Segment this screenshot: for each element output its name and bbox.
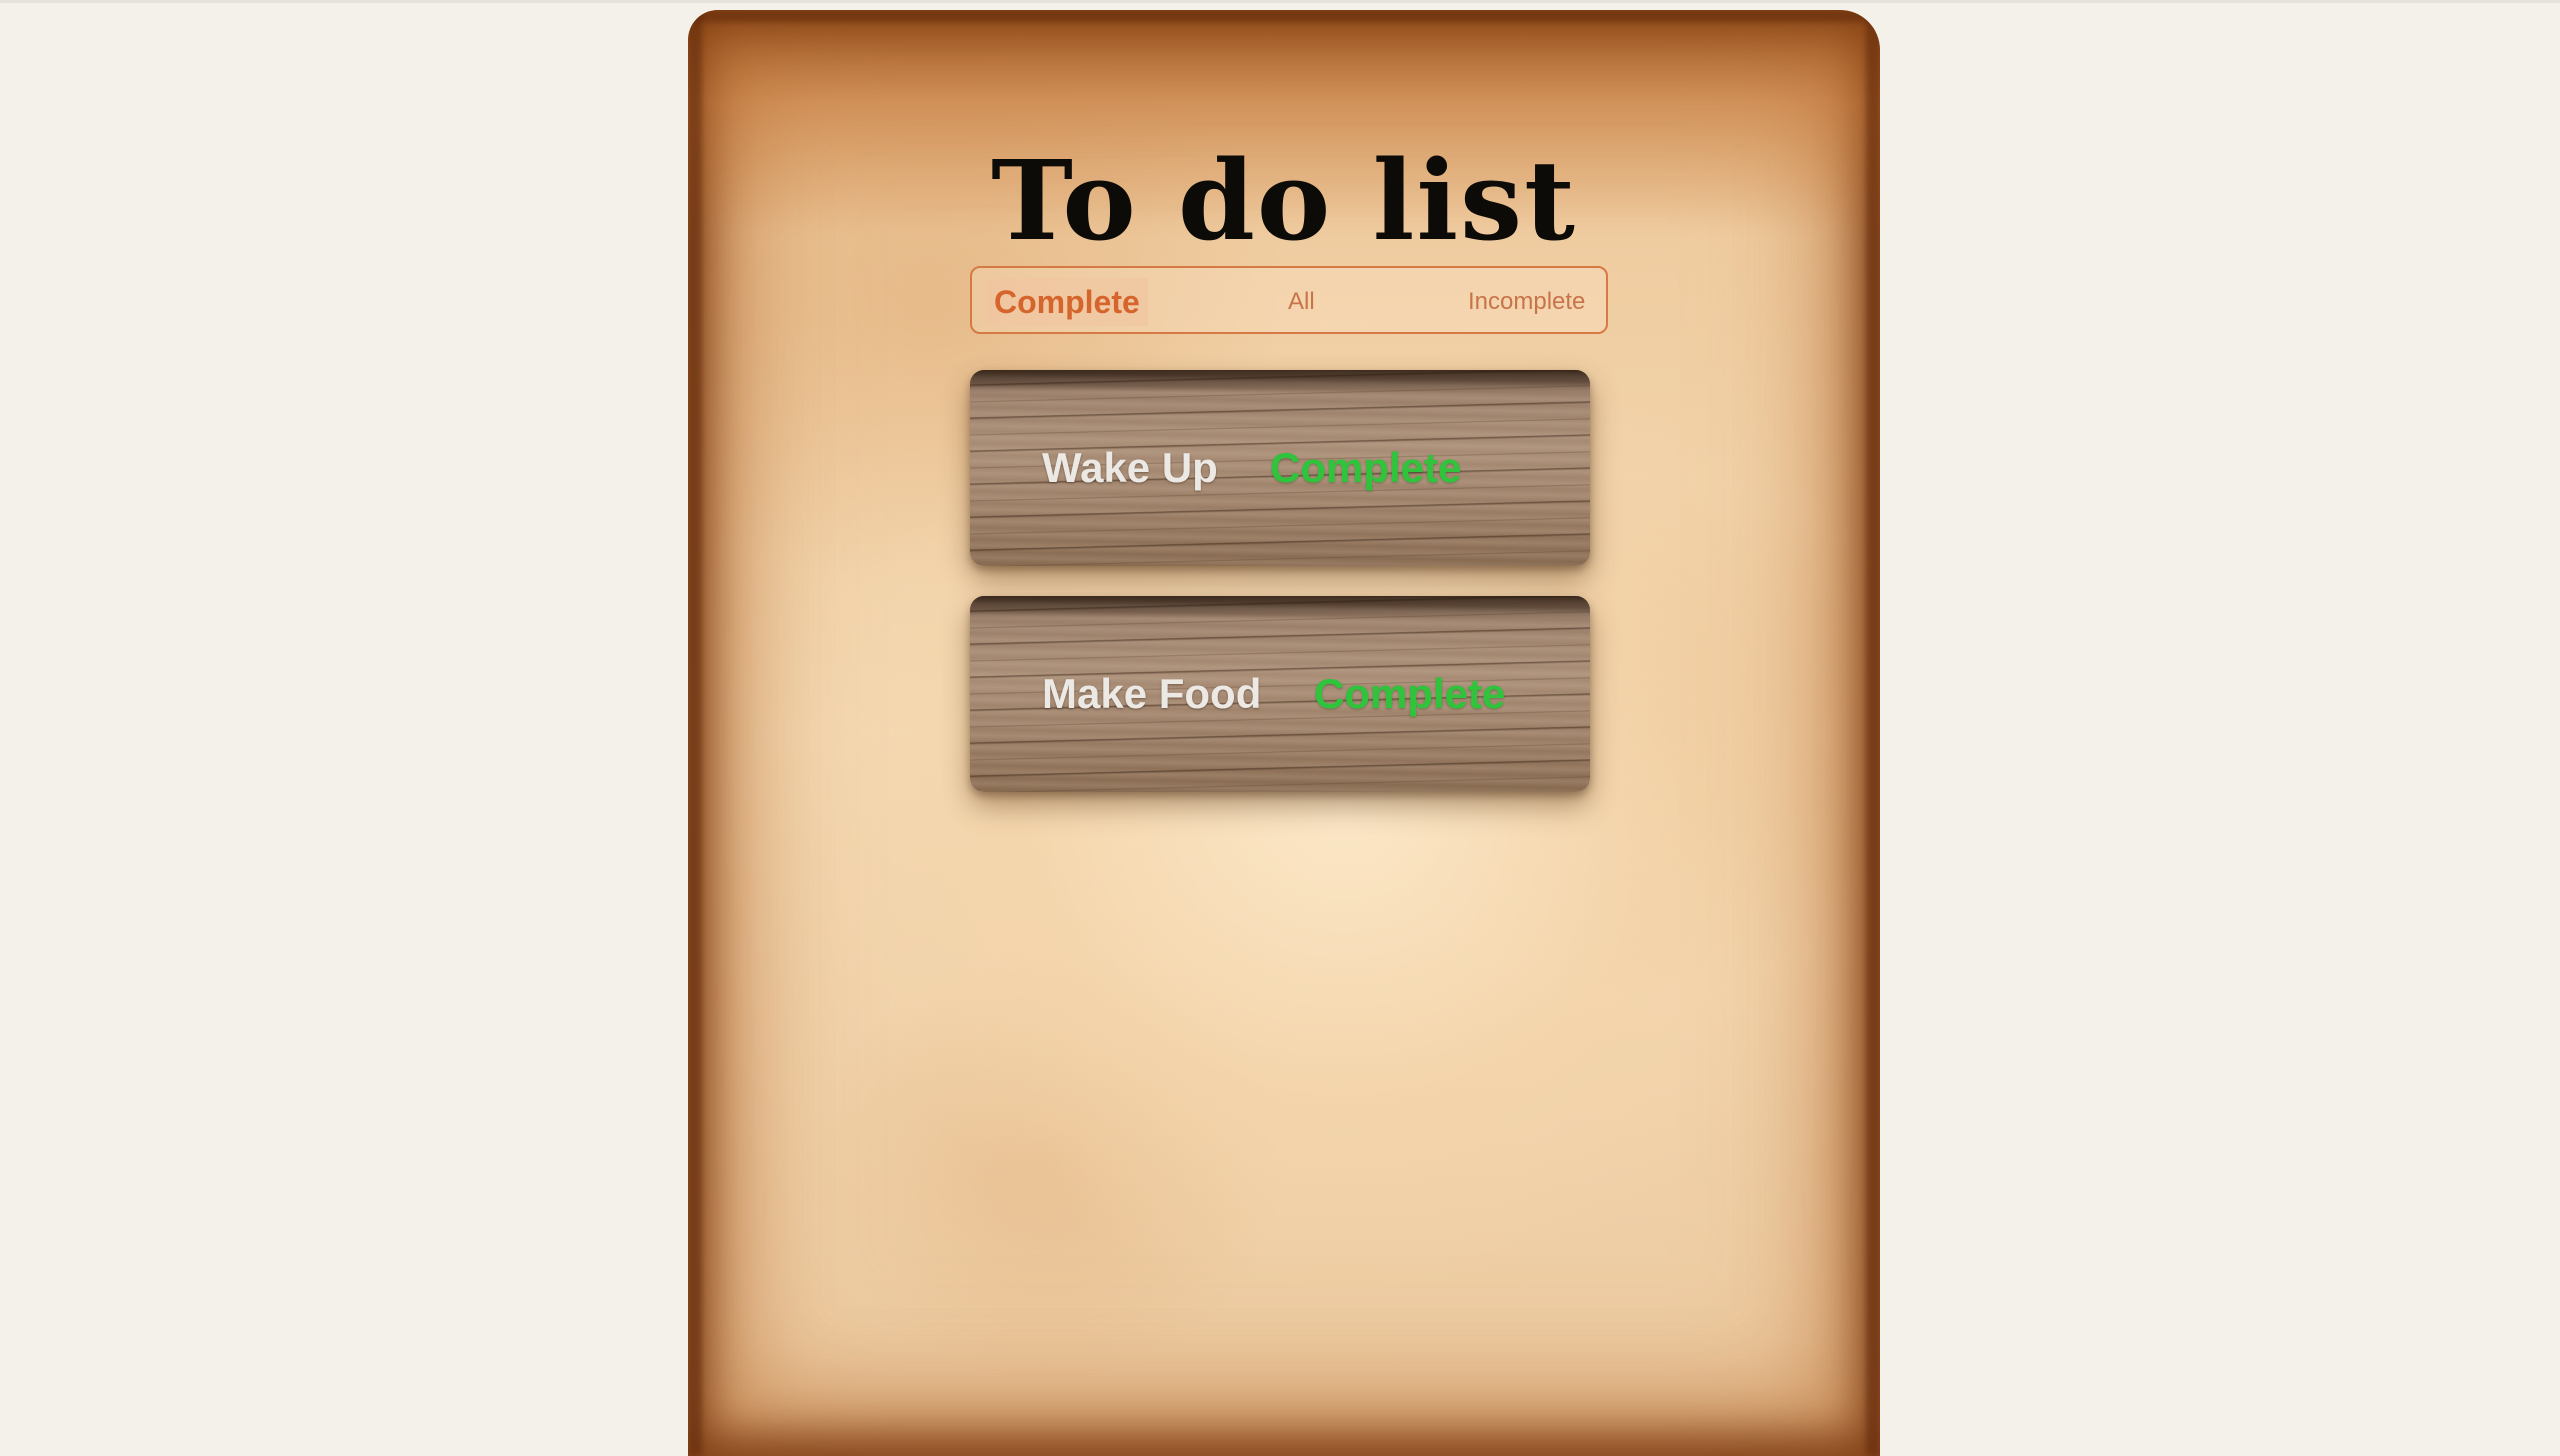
todo-card[interactable]: Wake Up Complete — [970, 370, 1590, 566]
filter-incomplete-tab[interactable]: Incomplete — [1468, 278, 1585, 326]
filter-complete-tab[interactable]: Complete — [986, 278, 1148, 326]
todo-status[interactable]: Complete — [1314, 596, 1505, 792]
todo-name: Wake Up — [1042, 444, 1218, 491]
todo-card[interactable]: Make Food Complete — [970, 596, 1590, 792]
burnt-edge-top — [688, 10, 1880, 22]
todo-name: Make Food — [1042, 670, 1262, 717]
filter-all-tab[interactable]: All — [1288, 278, 1315, 326]
window-top-border — [0, 0, 2560, 3]
todo-status[interactable]: Complete — [1270, 370, 1461, 566]
page-title: To do list — [991, 135, 1577, 265]
filter-segmented-control: Complete All Incomplete — [970, 266, 1608, 334]
